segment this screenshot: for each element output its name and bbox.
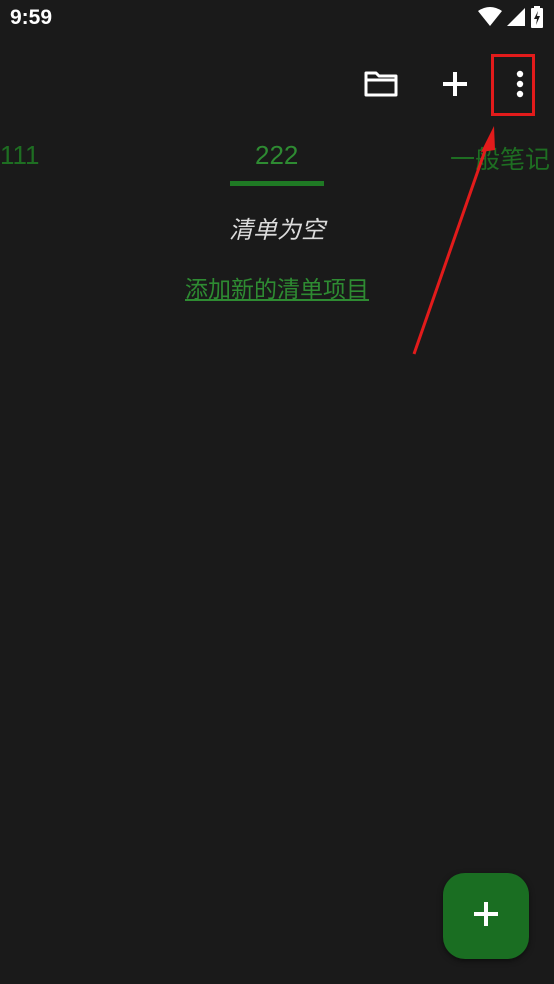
- tab-indicator: [230, 181, 324, 186]
- annotation-highlight-box: [491, 54, 535, 116]
- status-icons: [478, 6, 544, 32]
- add-new-item-label[interactable]: 添加新的清单项目: [185, 277, 369, 303]
- empty-list-message: 清单为空: [229, 216, 325, 244]
- cellular-signal-icon: [506, 7, 526, 31]
- status-time: 9:59: [10, 6, 53, 29]
- add-icon: [442, 71, 468, 101]
- battery-charging-icon: [530, 6, 544, 32]
- fab-add-button[interactable]: [443, 873, 529, 959]
- add-button[interactable]: [431, 62, 479, 110]
- wifi-icon: [478, 7, 502, 31]
- tab-111[interactable]: 111: [0, 140, 40, 171]
- status-bar: 9:59: [0, 0, 554, 38]
- folder-icon: [364, 70, 398, 102]
- tab-222[interactable]: 222: [255, 140, 298, 171]
- folder-button[interactable]: [357, 62, 405, 110]
- add-icon: [473, 901, 499, 931]
- add-new-item-link[interactable]: 添加新的清单项目: [0, 270, 554, 304]
- tab-general-notes[interactable]: 一般笔记: [450, 140, 550, 176]
